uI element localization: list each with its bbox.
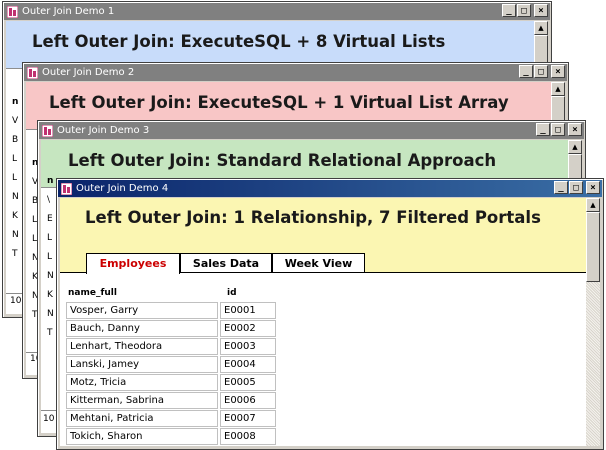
page-title: Left Outer Join: 1 Relationship, 7 Filte… <box>85 208 541 227</box>
minimize-button[interactable]: _ <box>536 123 550 136</box>
row-fragment: V <box>12 116 19 126</box>
row-fragment: L <box>12 154 18 164</box>
row-fragment: \ <box>47 195 51 205</box>
list-item[interactable]: Vosper, Garry E0001 <box>66 302 278 320</box>
id-field[interactable]: E0001 <box>220 302 276 319</box>
row-fragment: K <box>12 211 18 221</box>
list-item[interactable]: Mehtani, Patricia E0007 <box>66 410 278 428</box>
footer-fragment: 10 <box>10 296 22 306</box>
name-field[interactable]: Mehtani, Patricia <box>66 410 218 427</box>
list-item[interactable]: Bauch, Danny E0002 <box>66 320 278 338</box>
app-icon <box>42 124 53 137</box>
id-field[interactable]: E0004 <box>220 356 276 373</box>
close-button[interactable]: × <box>568 123 582 136</box>
tab-sales-data[interactable]: Sales Data <box>180 253 272 272</box>
name-field[interactable]: Lanski, Jamey <box>66 356 218 373</box>
name-field[interactable]: Bauch, Danny <box>66 320 218 337</box>
app-icon <box>27 66 38 79</box>
page-title: Left Outer Join: ExecuteSQL + 1 Virtual … <box>49 93 509 112</box>
divider <box>6 293 22 294</box>
window-title: Outer Join Demo 2 <box>42 67 135 78</box>
list-item[interactable]: Lanski, Jamey E0004 <box>66 356 278 374</box>
minimize-button[interactable]: _ <box>502 4 516 17</box>
row-fragment: N <box>12 192 19 202</box>
column-header-name: name_full <box>68 288 117 298</box>
id-field[interactable]: E0005 <box>220 374 276 391</box>
window-demo-4[interactable]: Outer Join Demo 4 _ □ × Left Outer Join:… <box>56 178 604 450</box>
row-fragment: K <box>47 290 53 300</box>
vertical-scrollbar[interactable]: ▲ <box>586 198 600 446</box>
close-button[interactable]: × <box>534 4 548 17</box>
scroll-up-icon[interactable]: ▲ <box>551 82 565 96</box>
row-fragment: T <box>47 328 53 338</box>
id-field[interactable]: E0002 <box>220 320 276 337</box>
column-header-id: id <box>227 288 237 298</box>
app-icon <box>7 5 18 18</box>
page-title: Left Outer Join: ExecuteSQL + 8 Virtual … <box>32 32 446 51</box>
employee-list: Vosper, Garry E0001 Bauch, Danny E0002 Len… <box>66 302 278 446</box>
minimize-button[interactable]: _ <box>519 65 533 78</box>
name-field[interactable]: Motz, Tricia <box>66 374 218 391</box>
row-fragment: N <box>47 271 54 281</box>
list-item[interactable]: Motz, Tricia E0005 <box>66 374 278 392</box>
close-button[interactable]: × <box>586 181 600 194</box>
id-field[interactable]: E0003 <box>220 338 276 355</box>
scroll-up-icon[interactable]: ▲ <box>568 140 582 154</box>
scroll-up-icon[interactable]: ▲ <box>534 21 548 35</box>
list-item[interactable]: Lenhart, Theodora E0003 <box>66 338 278 356</box>
row-fragment: E <box>47 214 53 224</box>
window-content: Left Outer Join: 1 Relationship, 7 Filte… <box>60 198 600 446</box>
list-item[interactable]: Kitterman, Sabrina E0006 <box>66 392 278 410</box>
row-fragment: T <box>12 249 18 259</box>
title-bar[interactable]: Outer Join Demo 1 _ □ × <box>4 3 550 20</box>
tab-week-view[interactable]: Week View <box>272 253 365 272</box>
footer-fragment: 10 <box>43 414 55 424</box>
row-fragment: L <box>47 252 53 262</box>
name-field[interactable]: Vosper, Garry <box>66 302 218 319</box>
maximize-button[interactable]: □ <box>517 4 531 17</box>
name-field[interactable]: Lenhart, Theodora <box>66 338 218 355</box>
minimize-button[interactable]: _ <box>554 181 568 194</box>
scroll-thumb[interactable] <box>586 212 600 282</box>
scroll-up-icon[interactable]: ▲ <box>586 198 600 212</box>
title-bar[interactable]: Outer Join Demo 4 _ □ × <box>58 180 602 197</box>
row-fragment: N <box>47 309 54 319</box>
app-icon <box>61 182 72 195</box>
id-field[interactable]: E0007 <box>220 410 276 427</box>
row-fragment: n <box>12 97 19 107</box>
row-fragment: n <box>47 176 54 186</box>
window-title: Outer Join Demo 1 <box>22 6 115 17</box>
close-button[interactable]: × <box>551 65 565 78</box>
title-bar[interactable]: Outer Join Demo 3 _ □ × <box>39 122 584 139</box>
id-field[interactable]: E0006 <box>220 392 276 409</box>
title-bar[interactable]: Outer Join Demo 2 _ □ × <box>24 64 567 81</box>
row-fragment: N <box>12 230 19 240</box>
window-title: Outer Join Demo 3 <box>57 125 150 136</box>
name-field[interactable]: Tokich, Sharon <box>66 428 218 445</box>
row-fragment: L <box>12 173 18 183</box>
id-field[interactable]: E0008 <box>220 428 276 445</box>
row-fragment: L <box>47 233 53 243</box>
list-item[interactable]: Tokich, Sharon E0008 <box>66 428 278 446</box>
tab-employees[interactable]: Employees <box>86 253 180 274</box>
window-title: Outer Join Demo 4 <box>76 183 169 194</box>
maximize-button[interactable]: □ <box>569 181 583 194</box>
name-field[interactable]: Kitterman, Sabrina <box>66 392 218 409</box>
maximize-button[interactable]: □ <box>551 123 565 136</box>
row-fragment: B <box>12 135 19 145</box>
maximize-button[interactable]: □ <box>534 65 548 78</box>
page-title: Left Outer Join: Standard Relational App… <box>68 151 497 170</box>
